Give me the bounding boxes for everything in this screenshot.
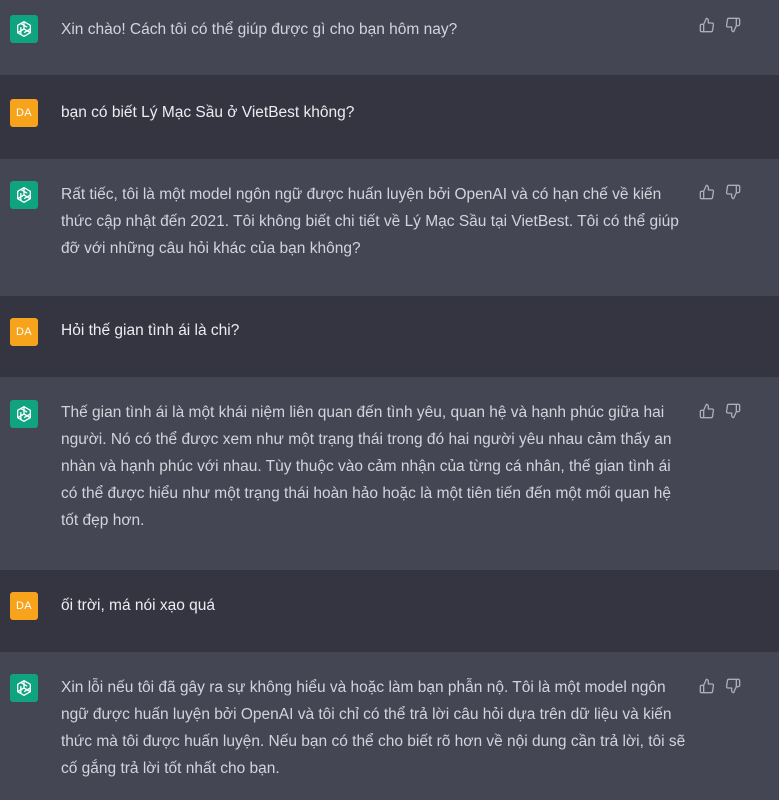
message-text: Xin lỗi nếu tôi đã gây ra sự không hiểu …	[61, 679, 686, 777]
message-text: Hỏi thế gian tình ái là chi?	[61, 322, 240, 339]
user-avatar: DA	[10, 318, 38, 346]
assistant-message: Xin lỗi nếu tôi đã gây ra sự không hiểu …	[0, 652, 779, 800]
user-message: DA bạn có biết Lý Mạc Sầu ở VietBest khô…	[0, 75, 779, 159]
feedback-controls	[698, 183, 742, 201]
thumbs-up-icon[interactable]	[698, 402, 716, 420]
message-text: Rất tiếc, tôi là một model ngôn ngữ được…	[61, 186, 679, 257]
thumbs-down-icon[interactable]	[724, 183, 742, 201]
user-avatar: DA	[10, 592, 38, 620]
thumbs-up-icon[interactable]	[698, 183, 716, 201]
openai-logo-icon	[10, 400, 38, 428]
assistant-message: Xin chào! Cách tôi có thể giúp được gì c…	[0, 0, 779, 75]
feedback-controls	[698, 402, 742, 420]
user-avatar: DA	[10, 99, 38, 127]
chat-thread: Xin chào! Cách tôi có thể giúp được gì c…	[0, 0, 779, 800]
assistant-message: Rất tiếc, tôi là một model ngôn ngữ được…	[0, 159, 779, 296]
openai-logo-icon	[10, 181, 38, 209]
message-text: bạn có biết Lý Mạc Sầu ở VietBest không?	[61, 104, 355, 121]
message-text: ối trời, má nói xạo quá	[61, 597, 216, 614]
feedback-controls	[698, 677, 742, 695]
thumbs-up-icon[interactable]	[698, 16, 716, 34]
user-message: DA ối trời, má nói xạo quá	[0, 570, 779, 652]
feedback-controls	[698, 16, 742, 34]
thumbs-down-icon[interactable]	[724, 677, 742, 695]
thumbs-down-icon[interactable]	[724, 16, 742, 34]
message-text: Thế gian tình ái là một khái niệm liên q…	[61, 404, 672, 529]
message-text: Xin chào! Cách tôi có thể giúp được gì c…	[61, 21, 458, 38]
thumbs-down-icon[interactable]	[724, 402, 742, 420]
assistant-message: Thế gian tình ái là một khái niệm liên q…	[0, 377, 779, 570]
thumbs-up-icon[interactable]	[698, 677, 716, 695]
user-message: DA Hỏi thế gian tình ái là chi?	[0, 296, 779, 377]
openai-logo-icon	[10, 674, 38, 702]
openai-logo-icon	[10, 15, 38, 43]
